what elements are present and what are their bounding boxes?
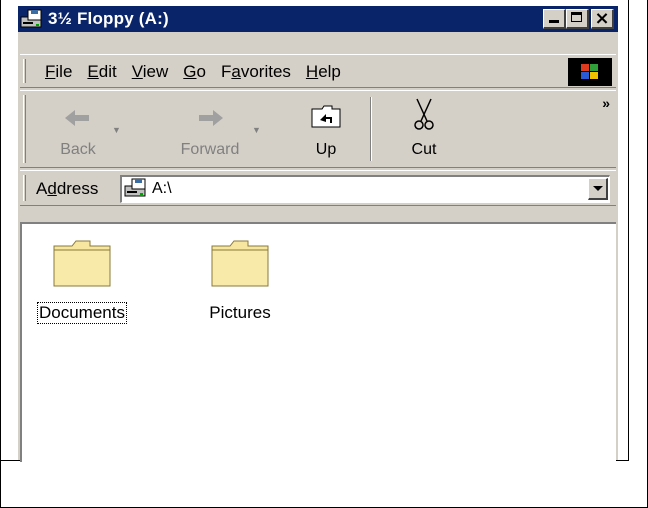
up-label: Up [315,141,337,158]
folder-label: Documents [37,302,127,324]
file-view[interactable]: Documents Pictures [20,222,616,462]
address-dropdown-button[interactable] [588,178,608,200]
close-button[interactable]: × [591,8,614,29]
back-dropdown-icon[interactable]: ▼ [112,125,121,135]
maximize-button[interactable] [566,9,589,29]
address-bar: Address A:\ [20,170,616,206]
close-icon: × [594,8,610,29]
floppy-drive-icon [20,8,44,30]
floppy-drive-icon [124,177,148,199]
folder-item-documents[interactable]: Documents [32,236,132,324]
title-bar[interactable]: 3½ Floppy (A:) × [18,6,618,32]
minimize-button[interactable] [543,9,566,29]
cut-label: Cut [411,141,437,158]
menu-bar: File Edit View Go Favorites Help [20,54,616,88]
maximize-icon [571,12,582,22]
toolbar-separator [370,97,372,161]
address-input[interactable]: A:\ [152,180,172,198]
chevron-down-icon [593,186,603,191]
menu-items: File Edit View Go Favorites Help [38,55,349,89]
back-button[interactable]: Back [50,97,106,161]
cut-button[interactable]: Cut [394,97,454,161]
folder-up-icon [311,105,341,128]
menu-go[interactable]: Go [176,62,214,82]
toolbar-grip[interactable] [23,95,26,163]
page-divider-vertical [628,0,629,460]
menu-help[interactable]: Help [299,62,349,82]
address-label: Address [36,179,99,198]
standard-toolbar: Back ▼ Forward ▼ Up Cut » [20,90,616,168]
menu-bar-grip[interactable] [23,59,26,83]
folder-item-pictures[interactable]: Pictures [190,236,290,323]
window-title: 3½ Floppy (A:) [48,9,169,28]
windows-logo-icon [568,58,612,86]
forward-dropdown-icon[interactable]: ▼ [252,125,261,135]
caption-buttons: × [543,8,614,29]
menu-favorites[interactable]: Favorites [214,62,299,82]
back-label: Back [60,141,96,158]
forward-arrow-icon [199,110,223,126]
back-arrow-icon [65,110,89,126]
menu-view[interactable]: View [125,62,177,82]
scissors-icon [414,98,434,130]
address-field[interactable]: A:\ [120,175,610,203]
toolbar-overflow-chevron-icon[interactable]: » [602,95,610,111]
folder-icon [211,240,269,287]
forward-label: Forward [180,141,240,158]
address-bar-grip[interactable] [23,175,26,201]
forward-button[interactable]: Forward [172,97,248,161]
menu-file[interactable]: File [38,62,80,82]
up-button[interactable]: Up [296,97,356,161]
menu-edit[interactable]: Edit [80,62,124,82]
minimize-icon [549,20,559,23]
explorer-window: 3½ Floppy (A:) × File Edit View Go Favor… [18,6,618,462]
folder-label: Pictures [209,303,271,322]
folder-icon [53,240,111,287]
